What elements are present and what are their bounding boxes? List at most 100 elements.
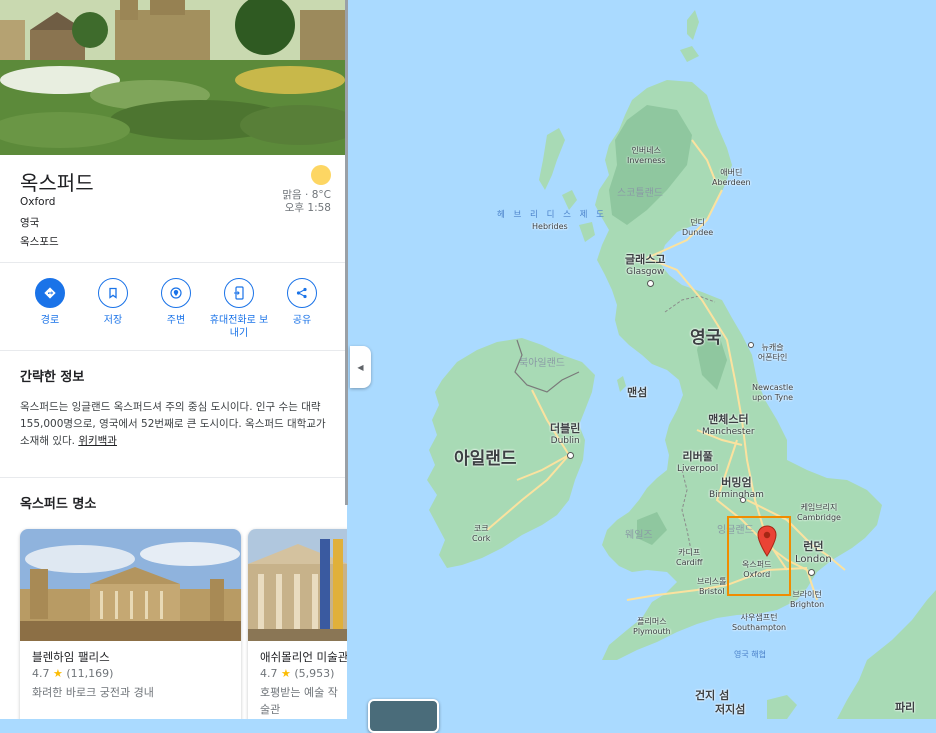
attraction-photo	[248, 529, 347, 641]
attraction-name: 애쉬몰리언 미술관	[260, 650, 347, 664]
cardiff-ko: 카디프	[678, 548, 701, 557]
star-icon: ★	[281, 667, 291, 680]
map-layer-toggle[interactable]	[368, 699, 439, 733]
star-icon: ★	[53, 667, 63, 680]
chevron-left-icon: ◀	[357, 362, 364, 372]
map-label-glasgow: 글래스고 Glasgow	[625, 253, 665, 279]
bristol-en: Bristol	[699, 587, 725, 596]
plymouth-ko: 플리머스	[637, 617, 667, 626]
save-button[interactable]: 저장	[81, 278, 145, 327]
cardiff-en: Cardiff	[676, 558, 703, 567]
newcastle-en: Newcastle upon Tyne	[752, 383, 794, 402]
attraction-card[interactable]: 블렌하임 팰리스 4.7 ★ (11,169) 화려한 바로크 궁전과 경내	[20, 529, 241, 719]
dundee-ko: 던디	[690, 218, 705, 227]
brighton-ko: 브라이턴	[792, 590, 822, 599]
weather-condition: 맑음 · 8°C	[282, 189, 331, 201]
bristol-ko: 브리스톨	[697, 577, 727, 586]
nearby-label: 주변	[166, 315, 186, 326]
send-to-phone-button[interactable]: 휴대전화로 보내기	[207, 278, 271, 340]
dublin-ko: 더블린	[550, 422, 581, 435]
map-label-isle-of-man: 맨섬	[627, 386, 648, 399]
summary-text-block: 옥스퍼드는 잉글랜드 옥스퍼드셔 주의 중심 도시이다. 인구 수는 대략 15…	[20, 399, 328, 450]
birmingham-ko: 버밍엄	[721, 476, 752, 489]
newcastle-ko: 뉴캐슬 어폰타인	[757, 343, 788, 362]
attraction-rating: 4.7 ★ (11,169)	[32, 667, 113, 680]
map-label-brighton: 브라이턴 Brighton	[790, 590, 824, 610]
directions-button[interactable]: 경로	[18, 278, 82, 327]
attraction-description-line2: 술관	[260, 703, 281, 716]
map-view[interactable]: 헤 브 리 디 스 제 도 Hebrides 인버네스 Inverness 애버…	[347, 0, 936, 719]
map-label-birmingham: 버밍엄 Birmingham	[709, 477, 764, 501]
panel-scrollbar[interactable]	[345, 0, 348, 505]
divider	[0, 477, 347, 478]
place-title: 옥스퍼드	[20, 171, 94, 195]
map-canvas	[347, 0, 936, 719]
map-label-hebrides-en: Hebrides	[532, 222, 568, 231]
aberdeen-ko: 애버딘	[720, 168, 743, 177]
hero-image	[0, 0, 347, 155]
birmingham-en: Birmingham	[709, 490, 764, 500]
divider	[0, 350, 347, 351]
map-label-cardiff: 카디프 Cardiff	[676, 548, 702, 568]
city-dot	[567, 452, 574, 459]
location-pin-icon[interactable]	[757, 525, 777, 557]
place-country: 영국	[20, 217, 40, 229]
send-to-phone-icon	[224, 278, 254, 308]
wikipedia-link[interactable]: 위키백과	[78, 435, 117, 447]
cambridge-en: Cambridge	[797, 513, 841, 522]
map-label-london: 런던 London	[795, 540, 832, 566]
review-count: (11,169)	[66, 667, 114, 680]
map-label-dundee: 던디 Dundee	[682, 218, 713, 238]
cambridge-ko: 케임브리지	[800, 503, 838, 512]
collapse-panel-button[interactable]: ◀	[350, 346, 371, 388]
manchester-ko: 맨체스터	[708, 413, 749, 426]
map-label-cork: 코크 Cork	[472, 524, 490, 544]
southampton-en: Southampton	[732, 623, 787, 632]
action-bar: 경로 저장 주변 휴대전화로 보내기 공유	[18, 278, 338, 348]
map-label-inverness: 인버네스 Inverness	[627, 146, 666, 166]
share-icon	[287, 278, 317, 308]
attraction-description-line1: 호평받는 예술 작	[260, 686, 338, 699]
place-hero-photo[interactable]	[0, 0, 347, 155]
map-label-hebrides: 헤 브 리 디 스 제 도	[497, 210, 607, 220]
attraction-rating: 4.7 ★ (5,953)	[260, 667, 334, 680]
map-label-guernsey: 건지 섬	[695, 689, 730, 702]
map-label-jersey: 저지섬	[715, 703, 746, 716]
attraction-card[interactable]: 애쉬몰리언 미술관 4.7 ★ (5,953) 호평받는 예술 작 술관	[248, 529, 347, 719]
inverness-ko: 인버네스	[631, 146, 661, 155]
attraction-description: 호평받는 예술 작 술관	[260, 684, 338, 718]
attractions-title: 옥스퍼드 명소	[20, 497, 97, 512]
attraction-photo	[20, 529, 241, 641]
map-label-english-channel: 영국 해협	[734, 650, 766, 659]
map-label-wales: 웨일즈	[625, 530, 653, 541]
dublin-en: Dublin	[550, 436, 580, 446]
map-label-scotland: 스코틀랜드	[617, 188, 663, 199]
nearby-button[interactable]: 주변	[144, 278, 208, 327]
southampton-ko: 사우샘프턴	[740, 613, 778, 622]
place-panel: 옥스퍼드 Oxford 영국 옥스포드 맑음 · 8°C 오후 1:58 경로 …	[0, 0, 347, 719]
map-label-dublin: 더블린 Dublin	[550, 423, 580, 447]
map-label-uk: 영국	[690, 328, 722, 348]
share-button[interactable]: 공유	[270, 278, 334, 327]
glasgow-en: Glasgow	[626, 267, 665, 277]
sun-icon	[311, 165, 331, 185]
map-label-northern-ireland: 북아일랜드	[519, 358, 565, 369]
plymouth-en: Plymouth	[633, 627, 671, 636]
weather-widget: 맑음 · 8°C 오후 1:58	[282, 165, 331, 215]
attraction-description: 화려한 바로크 궁전과 경내	[32, 686, 154, 699]
london-ko: 런던	[803, 540, 824, 553]
map-label-paris: 파리	[895, 701, 916, 714]
aberdeen-en: Aberdeen	[712, 178, 751, 187]
map-label-southampton: 사우샘프턴 Southampton	[732, 613, 786, 633]
save-label: 저장	[103, 315, 123, 326]
inverness-en: Inverness	[627, 156, 666, 165]
map-label-cambridge: 케임브리지 Cambridge	[797, 503, 841, 523]
review-count: (5,953)	[294, 667, 335, 680]
map-label-newcastle: 뉴캐슬 어폰타인 Newcastle upon Tyne	[752, 323, 793, 423]
attraction-name: 블렌하임 팰리스	[32, 650, 110, 664]
map-label-liverpool: 리버풀 Liverpool	[677, 451, 718, 475]
cork-ko: 코크	[473, 524, 489, 533]
london-en: London	[795, 554, 832, 565]
brighton-en: Brighton	[790, 600, 825, 609]
rating-value: 4.7	[32, 667, 50, 680]
